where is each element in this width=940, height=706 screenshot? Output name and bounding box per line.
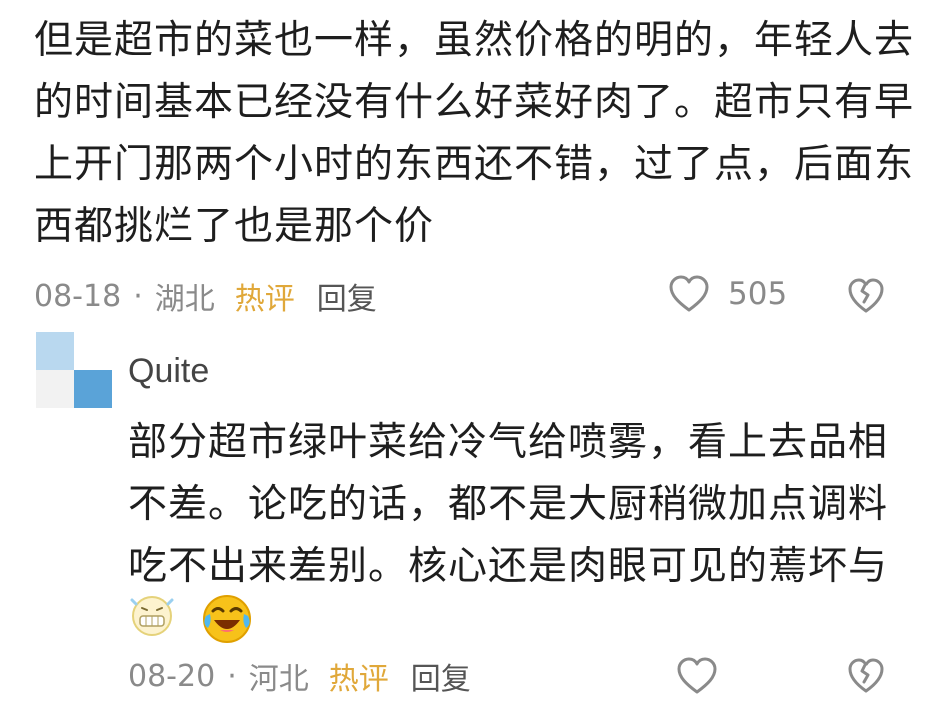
like-button[interactable]	[676, 656, 718, 696]
avatar[interactable]	[36, 332, 112, 408]
reply-button[interactable]: 回复	[411, 654, 471, 698]
comment-location: 湖北	[154, 282, 215, 317]
dislike-button[interactable]	[846, 276, 886, 316]
comment-meta: 08-18 · 湖北 热评 回复	[34, 274, 377, 318]
broken-heart-icon	[846, 276, 886, 316]
comment-date: 08-18	[34, 278, 122, 314]
broken-heart-icon	[846, 656, 886, 696]
grimace-emoji-icon	[128, 592, 176, 646]
like-button[interactable]: 505	[668, 274, 787, 314]
laughing-crying-emoji-icon	[200, 592, 254, 646]
hot-comment-badge: 热评	[234, 282, 295, 317]
heart-outline-icon	[668, 274, 710, 314]
reply-date: 08-20	[128, 658, 216, 694]
emoji-row	[128, 592, 254, 646]
dislike-button[interactable]	[846, 656, 886, 696]
reply-location: 河北	[248, 662, 309, 697]
reply-text: 部分超市绿叶菜给冷气给喷雾，看上去品相不差。论吃的话，都不是大厨稍微加点调料吃不…	[128, 420, 889, 589]
like-count: 505	[728, 276, 788, 312]
hot-comment-badge: 热评	[328, 662, 389, 697]
meta-separator: ·	[227, 658, 237, 694]
meta-separator: ·	[133, 278, 143, 314]
reply-meta: 08-20 · 河北 热评 回复	[128, 654, 471, 698]
reply-username[interactable]: Quite	[128, 352, 209, 391]
reply-button[interactable]: 回复	[317, 274, 377, 318]
heart-outline-icon	[676, 656, 718, 696]
comment-text: 但是超市的菜也一样，虽然价格的明的，年轻人去的时间基本已经没有什么好菜好肉了。超…	[34, 18, 915, 249]
